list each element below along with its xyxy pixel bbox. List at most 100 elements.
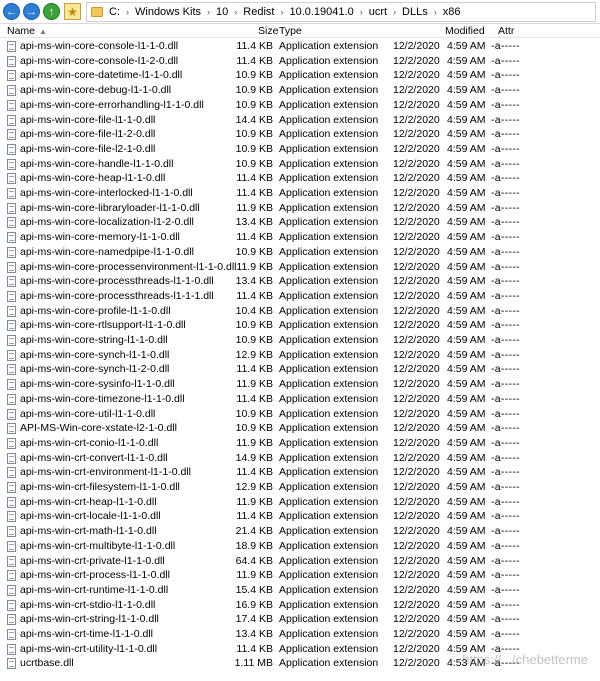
file-size: 13.4 KB — [235, 628, 273, 640]
file-row[interactable]: api-ms-win-crt-runtime-l1-1-0.dll 15.4 KB… — [0, 583, 600, 598]
file-size: 11.4 KB — [236, 231, 273, 244]
file-size: 11.9 KB — [236, 378, 273, 391]
file-attr: -a----- — [491, 466, 520, 479]
column-attr-header[interactable]: Attr — [498, 25, 514, 37]
file-row[interactable]: api-ms-win-crt-heap-l1-1-0.dll 11.9 KB App… — [0, 495, 600, 510]
dll-file-icon — [7, 526, 16, 538]
file-name: api-ms-win-core-rtlsupport-l1-1-0.dll — [20, 319, 186, 332]
file-row[interactable]: api-ms-win-core-timezone-l1-1-0.dll 11.4 … — [0, 392, 600, 407]
dll-file-icon — [7, 173, 16, 185]
file-row[interactable]: api-ms-win-core-heap-l1-1-0.dll 11.4 KB Ap… — [0, 171, 600, 186]
dll-file-icon — [7, 276, 16, 288]
file-name: api-ms-win-core-string-l1-1-0.dll — [20, 334, 168, 346]
file-row[interactable]: api-ms-win-crt-environment-l1-1-0.dll 11.… — [0, 465, 600, 480]
file-size: 10.9 KB — [235, 157, 273, 170]
up-button[interactable]: ↑ — [43, 3, 60, 20]
file-row[interactable]: api-ms-win-core-synch-l1-1-0.dll 12.9 KB A… — [0, 348, 600, 363]
file-row[interactable]: api-ms-win-crt-math-l1-1-0.dll 21.4 KB App… — [0, 524, 600, 539]
file-type: Application extension — [279, 407, 379, 420]
file-attr: -a----- — [491, 113, 520, 126]
file-row[interactable]: api-ms-win-core-datetime-l1-1-0.dll 10.9 … — [0, 68, 600, 83]
file-time: 4:59 AM — [447, 539, 486, 552]
breadcrumb-item[interactable]: DLLs — [402, 6, 428, 18]
file-row[interactable]: ucrtbase.dll 1.11 MB Application extension… — [0, 656, 600, 671]
file-row[interactable]: api-ms-win-crt-stdio-l1-1-0.dll 16.9 KB Ap… — [0, 598, 600, 613]
arrow-left-icon: ← — [6, 5, 17, 18]
file-date: 12/2/2020 — [393, 392, 440, 405]
file-type: Application extension — [279, 157, 379, 170]
file-row[interactable]: api-ms-win-core-string-l1-1-0.dll 10.9 KB… — [0, 333, 600, 348]
file-row[interactable]: api-ms-win-core-console-l1-1-0.dll 11.4 K… — [0, 39, 600, 54]
file-row[interactable]: api-ms-win-crt-conio-l1-1-0.dll 11.9 KB Ap… — [0, 436, 600, 451]
breadcrumb-item[interactable]: Windows Kits — [135, 6, 201, 18]
file-time: 4:59 AM — [447, 407, 486, 420]
breadcrumb-separator-icon: › — [393, 6, 397, 17]
file-row[interactable]: api-ms-win-crt-convert-l1-1-0.dll 14.9 KB… — [0, 451, 600, 466]
file-row[interactable]: api-ms-win-core-profile-l1-1-0.dll 10.4 K… — [0, 304, 600, 319]
breadcrumb-item[interactable]: C: — [109, 6, 120, 18]
file-name: api-ms-win-core-console-l1-1-0.dll — [20, 40, 179, 52]
file-row[interactable]: api-ms-win-core-processenvironment-l1-1-… — [0, 260, 600, 275]
favorites-button[interactable]: ★ — [64, 3, 81, 20]
file-row[interactable]: api-ms-win-core-errorhandling-l1-1-0.dll… — [0, 98, 600, 113]
file-name: api-ms-win-crt-locale-l1-1-0.dll — [20, 510, 161, 523]
file-name: api-ms-win-core-profile-l1-1-0.dll — [20, 304, 171, 317]
file-row[interactable]: api-ms-win-core-debug-l1-1-0.dll 10.9 KB A… — [0, 83, 600, 98]
file-row[interactable]: API-MS-Win-core-xstate-l2-1-0.dll 10.9 KB… — [0, 421, 600, 436]
forward-button[interactable]: → — [23, 3, 40, 20]
file-row[interactable]: api-ms-win-crt-process-l1-1-0.dll 11.9 KB… — [0, 568, 600, 583]
file-row[interactable]: api-ms-win-crt-locale-l1-1-0.dll 11.4 KB A… — [0, 509, 600, 524]
column-size-header[interactable]: Size — [258, 25, 278, 37]
file-row[interactable]: api-ms-win-core-synch-l1-2-0.dll 11.4 KB A… — [0, 362, 600, 377]
file-size: 10.9 KB — [235, 407, 273, 420]
file-row[interactable]: api-ms-win-core-file-l1-2-0.dll 10.9 KB Ap… — [0, 127, 600, 142]
file-row[interactable]: api-ms-win-core-processthreads-l1-1-1.dl… — [0, 289, 600, 304]
column-name-header[interactable]: Name ▲ — [7, 25, 47, 37]
breadcrumb-item[interactable]: Redist — [243, 6, 274, 18]
file-row[interactable]: api-ms-win-crt-filesystem-l1-1-0.dll 12.9… — [0, 480, 600, 495]
breadcrumb-item[interactable]: ucrt — [369, 6, 387, 18]
file-attr: -a----- — [491, 289, 520, 302]
file-attr: -a----- — [491, 598, 520, 611]
dll-file-icon — [7, 629, 16, 640]
file-time: 4:59 AM — [447, 128, 486, 141]
file-name: api-ms-win-core-processthreads-l1-1-0.dl… — [20, 275, 214, 288]
file-row[interactable]: api-ms-win-crt-private-l1-1-0.dll 64.4 KB… — [0, 554, 600, 569]
file-row[interactable]: api-ms-win-core-processthreads-l1-1-0.dl… — [0, 274, 600, 289]
breadcrumb-item[interactable]: 10.0.19041.0 — [289, 6, 353, 18]
file-row[interactable]: api-ms-win-crt-string-l1-1-0.dll 17.4 KB A… — [0, 612, 600, 627]
file-row[interactable]: api-ms-win-core-handle-l1-1-0.dll 10.9 KB… — [0, 157, 600, 172]
file-type: Application extension — [279, 40, 379, 52]
file-row[interactable]: api-ms-win-core-console-l1-2-0.dll 11.4 K… — [0, 54, 600, 69]
file-type: Application extension — [279, 231, 379, 244]
file-row[interactable]: api-ms-win-core-namedpipe-l1-1-0.dll 10.9… — [0, 245, 600, 260]
file-row[interactable]: api-ms-win-core-sysinfo-l1-1-0.dll 11.9 K… — [0, 377, 600, 392]
file-size: 10.9 KB — [235, 422, 273, 435]
file-row[interactable]: api-ms-win-core-localization-l1-2-0.dll 1… — [0, 215, 600, 230]
column-type-header[interactable]: Type — [279, 25, 302, 37]
file-name: api-ms-win-crt-private-l1-1-0.dll — [20, 554, 165, 567]
file-date: 12/2/2020 — [393, 569, 440, 582]
dll-file-icon — [7, 320, 16, 332]
file-row[interactable]: api-ms-win-core-file-l2-1-0.dll 10.9 KB Ap… — [0, 142, 600, 157]
breadcrumb-item[interactable]: 10 — [216, 6, 228, 18]
breadcrumb-item[interactable]: x86 — [443, 6, 461, 18]
file-time: 4:59 AM — [447, 113, 486, 126]
file-row[interactable]: api-ms-win-crt-utility-l1-1-0.dll 11.4 KB… — [0, 642, 600, 657]
file-row[interactable]: api-ms-win-core-file-l1-1-0.dll 14.4 KB Ap… — [0, 113, 600, 128]
file-time: 4:59 AM — [447, 157, 486, 170]
dll-file-icon — [7, 246, 16, 258]
file-row[interactable]: api-ms-win-core-util-l1-1-0.dll 10.9 KB Ap… — [0, 407, 600, 422]
back-button[interactable]: ← — [3, 3, 20, 20]
address-bar[interactable]: C: › Windows Kits › 10 › Redist › 10.0.19041.0 › u… — [86, 1, 596, 22]
file-row[interactable]: api-ms-win-crt-multibyte-l1-1-0.dll 18.9 … — [0, 539, 600, 554]
column-modified-header[interactable]: Modified — [445, 25, 485, 37]
file-row[interactable]: api-ms-win-core-interlocked-l1-1-0.dll 11… — [0, 186, 600, 201]
file-attr: -a----- — [491, 539, 520, 552]
file-row[interactable]: api-ms-win-crt-time-l1-1-0.dll 13.4 KB App… — [0, 627, 600, 642]
file-row[interactable]: api-ms-win-core-rtlsupport-l1-1-0.dll 10.… — [0, 318, 600, 333]
file-row[interactable]: api-ms-win-core-memory-l1-1-0.dll 11.4 KB… — [0, 230, 600, 245]
file-type: Application extension — [279, 275, 379, 288]
dll-file-icon — [7, 290, 16, 302]
file-row[interactable]: api-ms-win-core-libraryloader-l1-1-0.dll… — [0, 201, 600, 216]
